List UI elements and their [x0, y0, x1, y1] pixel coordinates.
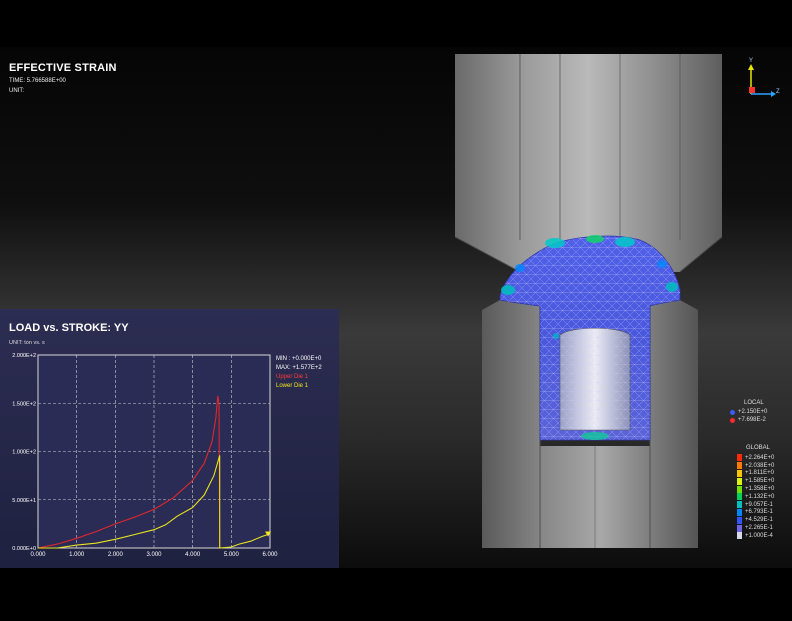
legend-value: +9.057E-1	[745, 501, 773, 508]
legend-value: +1.358E+0	[745, 486, 775, 493]
global-legend-entry: +9.057E-1	[737, 501, 774, 509]
x-tick-label: 4.000	[185, 552, 201, 558]
legend-value: +1.000E-4	[745, 532, 773, 539]
result-title: EFFECTIVE STRAIN	[9, 62, 117, 74]
legend-swatch	[737, 469, 742, 477]
y-axis-label: Y	[749, 58, 754, 64]
legend-swatch	[737, 493, 742, 501]
legend-swatch	[737, 501, 742, 509]
local-max-value: +2.150E+0	[738, 409, 768, 415]
global-legend-entry: +4.529E-1	[737, 516, 774, 524]
result-header: EFFECTIVE STRAIN TIME: 5.766588E+00 UNIT…	[9, 62, 117, 94]
y-tick-label: 0.000E+0	[12, 546, 36, 552]
global-legend-entry: +1.000E-4	[737, 532, 774, 540]
local-legend-entry: +7.698E-2	[730, 416, 767, 424]
axis-arrows-icon	[748, 64, 776, 97]
x-tick-label: 1.000	[69, 552, 85, 558]
chart-max: MAX: +1.577E+2	[276, 365, 322, 371]
local-min-value: +7.698E-2	[738, 417, 766, 423]
legend-swatch	[737, 454, 742, 462]
legend-swatch	[737, 477, 742, 485]
local-legend-entry: +2.150E+0	[730, 408, 767, 416]
legend-value: +4.529E-1	[745, 517, 773, 524]
y-tick-label: 5.000E+1	[12, 498, 36, 504]
global-legend-entry: +2.264E+0	[737, 454, 774, 462]
legend-upper-die[interactable]: Upper Die 1	[276, 373, 322, 382]
z-axis-label: Z	[776, 89, 780, 95]
legend-value: +1.585E+0	[745, 478, 775, 485]
legend-value: +2.265E-1	[745, 525, 773, 532]
y-tick-label: 1.000E+2	[12, 450, 36, 456]
local-min-dot-icon	[730, 417, 735, 423]
x-tick-label: 6.000	[262, 552, 278, 558]
legend-swatch	[737, 524, 742, 532]
local-max-dot-icon	[730, 409, 735, 415]
y-tick-label: 1.500E+2	[12, 401, 36, 407]
chart-min: MIN : +0.000E+0	[276, 356, 322, 362]
legend-swatch	[737, 485, 742, 493]
legend-lower-die[interactable]: Lower Die 1	[276, 382, 322, 391]
global-legend-entry: +2.265E-1	[737, 524, 774, 532]
legend-swatch	[737, 516, 742, 524]
global-legend-entry: +1.132E+0	[737, 493, 774, 501]
load-stroke-chart: 0.000 1.000 2.000 3.000 4.000 5.000 6.000 0.000…	[12, 353, 278, 558]
global-legend-entry: +1.585E+0	[737, 477, 774, 485]
global-legend-entry: +1.811E+0	[737, 469, 774, 478]
legend-value: +2.038E+0	[745, 462, 775, 469]
x-tick-label: 5.000	[224, 552, 240, 558]
global-legend-entry: +1.358E+0	[737, 485, 774, 493]
legend-value: +1.811E+0	[745, 470, 774, 477]
global-legend-title: GLOBAL	[746, 445, 771, 451]
legend-value: +1.132E+0	[745, 493, 775, 500]
load-stroke-chart-panel[interactable]: LOAD vs. STROKE: YY UNIT: ton vs. s 0.00…	[0, 309, 339, 568]
legend-swatch	[737, 462, 742, 470]
legend-swatch	[737, 508, 742, 516]
legend-value: +2.264E+0	[745, 454, 775, 461]
x-tick-label: 2.000	[108, 552, 124, 558]
x-tick-label: 0.000	[30, 552, 46, 558]
global-legend-entry: +2.038E+0	[737, 462, 774, 470]
unit-readout: UNIT:	[9, 88, 24, 94]
global-color-legend: GLOBAL +2.264E+0 +2.038E+0 +1.811E+0 +1.585…	[737, 445, 774, 540]
global-legend-entry: +6.793E-1	[737, 508, 774, 517]
local-legend-title: LOCAL	[744, 400, 764, 406]
legend-value: +6.793E-1	[745, 509, 773, 516]
y-tick-label: 2.000E+2	[12, 353, 36, 359]
chart-info: MIN : +0.000E+0 MAX: +1.577E+2 Upper Die…	[276, 355, 322, 391]
axis-triad-icon[interactable]: Y Z	[740, 58, 780, 100]
local-legend: LOCAL +2.150E+0 +7.698E-2	[730, 400, 767, 424]
time-readout: TIME: 5.766588E+00	[9, 78, 66, 84]
legend-swatch	[737, 532, 742, 540]
x-tick-label: 3.000	[146, 552, 162, 558]
